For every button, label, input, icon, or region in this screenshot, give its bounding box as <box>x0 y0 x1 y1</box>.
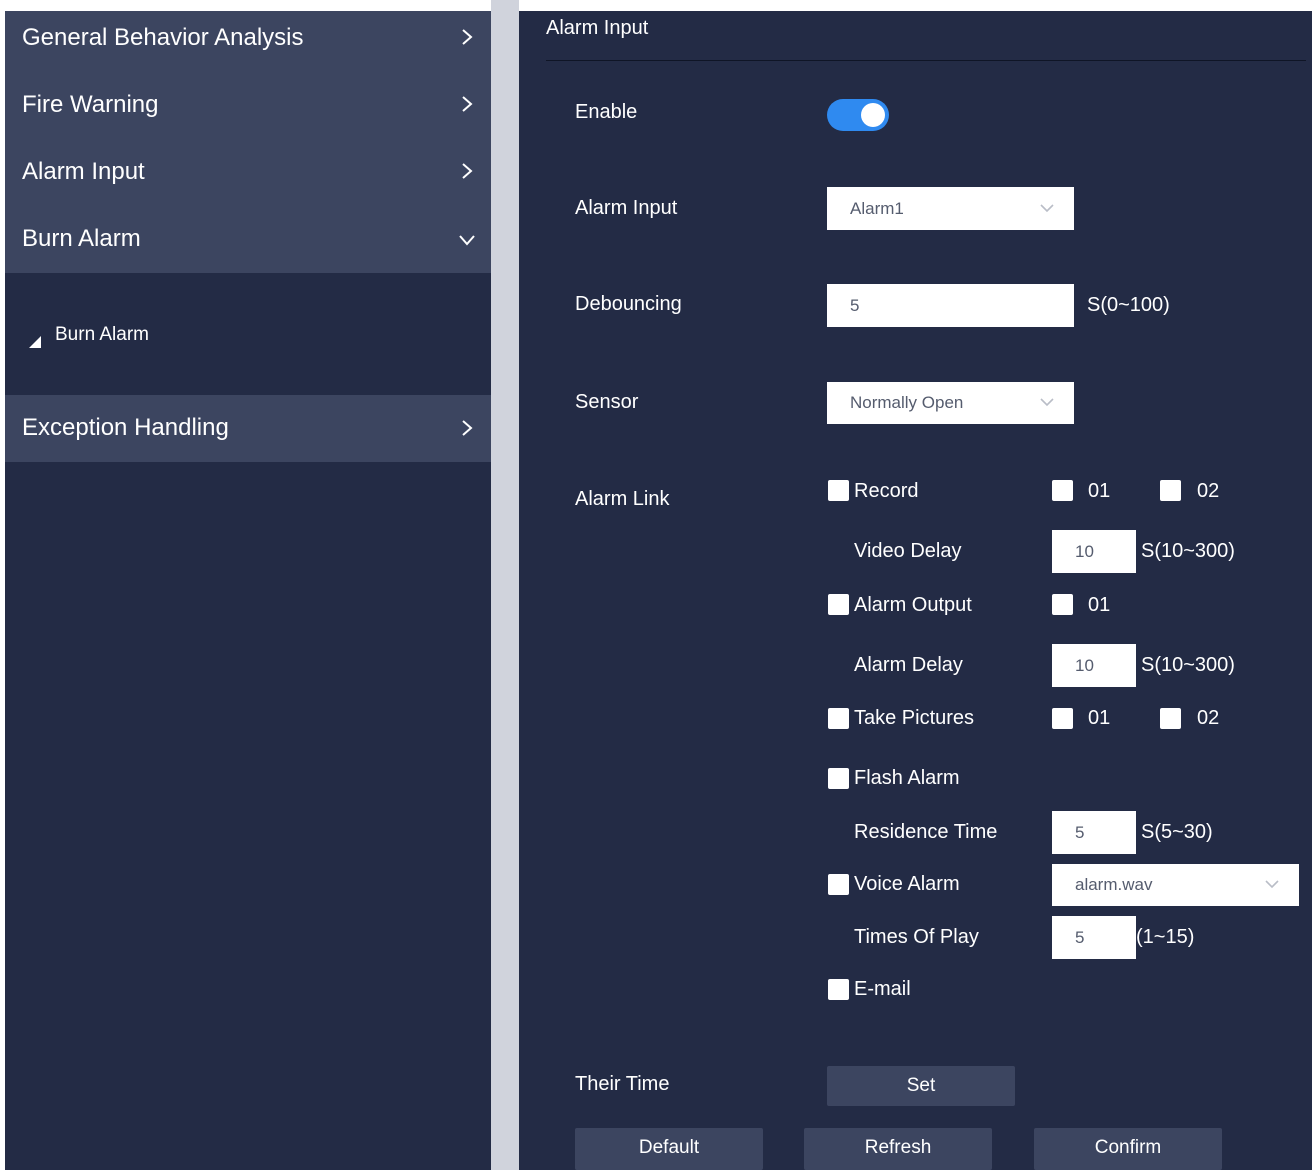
flash-alarm-checkbox[interactable] <box>828 768 849 789</box>
chevron-right-icon <box>462 29 473 45</box>
take-pictures-ch2-label: 02 <box>1197 707 1220 729</box>
chevron-down-icon <box>1040 398 1054 407</box>
chevron-right-icon <box>462 96 473 112</box>
default-button[interactable]: Default <box>575 1128 763 1170</box>
sidebar-item-label: Exception Handling <box>22 414 229 441</box>
times-of-play-input[interactable] <box>1052 916 1136 959</box>
chevron-down-icon <box>459 235 475 246</box>
email-checkbox[interactable] <box>828 979 849 1000</box>
take-pictures-label: Take Pictures <box>854 707 975 729</box>
sidebar-item-label: General Behavior Analysis <box>22 24 304 51</box>
alarm-delay-label: Alarm Delay <box>854 654 963 676</box>
alarm-delay-range: S(10~300) <box>1141 654 1235 676</box>
chevron-right-icon <box>462 163 473 179</box>
email-label: E-mail <box>854 978 911 1000</box>
chevron-right-icon <box>462 420 473 436</box>
take-pictures-ch1-label: 01 <box>1088 707 1111 729</box>
voice-file-select[interactable]: alarm.wav <box>1052 864 1299 906</box>
residence-time-range: S(5~30) <box>1141 821 1213 843</box>
take-pictures-checkbox[interactable] <box>828 708 849 729</box>
panel-divider <box>491 0 519 1170</box>
record-ch2-checkbox[interactable] <box>1160 480 1181 501</box>
alarm-output-label: Alarm Output <box>854 594 972 616</box>
alarm-input-label: Alarm Input <box>575 197 678 219</box>
alarm-input-select[interactable]: Alarm1 <box>827 187 1074 230</box>
take-pictures-ch1-checkbox[interactable] <box>1052 708 1073 729</box>
record-label: Record <box>854 480 919 502</box>
triangle-expanded-icon <box>29 336 41 348</box>
sidebar-subitem-burn-alarm[interactable]: Burn Alarm <box>5 273 491 395</box>
debouncing-range: S(0~100) <box>1087 294 1170 316</box>
sidebar-item-label: Burn Alarm <box>22 225 141 252</box>
alarm-delay-input[interactable] <box>1052 644 1136 687</box>
video-delay-label: Video Delay <box>854 540 962 562</box>
sidebar-item-burn-alarm[interactable]: Burn Alarm <box>5 212 491 273</box>
sensor-label: Sensor <box>575 391 639 413</box>
refresh-button[interactable]: Refresh <box>804 1128 992 1170</box>
sidebar-item-alarm-input[interactable]: Alarm Input <box>5 145 491 212</box>
sidebar-item-exception-handling[interactable]: Exception Handling <box>5 395 491 462</box>
voice-alarm-label: Voice Alarm <box>854 873 960 895</box>
main-panel: Alarm Input Enable Alarm Input Alarm1 De… <box>519 11 1312 1170</box>
times-of-play-label: Times Of Play <box>854 926 979 948</box>
select-value: Alarm1 <box>850 199 904 218</box>
alarm-output-ch1-label: 01 <box>1088 594 1111 616</box>
enable-toggle[interactable] <box>827 99 889 131</box>
debouncing-input[interactable] <box>827 284 1074 327</box>
sidebar-subitem-label: Burn Alarm <box>55 324 149 345</box>
select-value: Normally Open <box>850 393 964 412</box>
chevron-down-icon <box>1040 203 1054 212</box>
sensor-select[interactable]: Normally Open <box>827 382 1074 424</box>
voice-alarm-checkbox[interactable] <box>828 874 849 895</box>
their-time-label: Their Time <box>575 1073 670 1095</box>
sidebar-item-label: Alarm Input <box>22 158 145 185</box>
set-button[interactable]: Set <box>827 1066 1015 1106</box>
flash-alarm-label: Flash Alarm <box>854 767 960 789</box>
record-ch2-label: 02 <box>1197 480 1220 502</box>
debouncing-label: Debouncing <box>575 293 682 315</box>
sidebar-item-general-behavior-analysis[interactable]: General Behavior Analysis <box>5 11 491 78</box>
record-checkbox[interactable] <box>828 480 849 501</box>
alarm-output-checkbox[interactable] <box>828 594 849 615</box>
sidebar-item-label: Fire Warning <box>22 91 159 118</box>
page-title: Alarm Input <box>546 17 649 39</box>
confirm-button[interactable]: Confirm <box>1034 1128 1222 1170</box>
video-delay-input[interactable] <box>1052 530 1136 573</box>
title-divider <box>546 60 1306 61</box>
enable-label: Enable <box>575 101 638 123</box>
chevron-down-icon <box>1265 880 1279 889</box>
toggle-knob <box>861 103 885 127</box>
sidebar: General Behavior Analysis Fire Warning A… <box>5 11 491 1170</box>
alarm-link-label: Alarm Link <box>575 488 670 510</box>
sidebar-item-fire-warning[interactable]: Fire Warning <box>5 78 491 145</box>
record-ch1-checkbox[interactable] <box>1052 480 1073 501</box>
take-pictures-ch2-checkbox[interactable] <box>1160 708 1181 729</box>
residence-time-input[interactable] <box>1052 811 1136 854</box>
alarm-output-ch1-checkbox[interactable] <box>1052 594 1073 615</box>
select-value: alarm.wav <box>1075 875 1153 894</box>
residence-time-label: Residence Time <box>854 821 998 843</box>
record-ch1-label: 01 <box>1088 480 1111 502</box>
times-of-play-range: (1~15) <box>1136 926 1195 948</box>
video-delay-range: S(10~300) <box>1141 540 1235 562</box>
